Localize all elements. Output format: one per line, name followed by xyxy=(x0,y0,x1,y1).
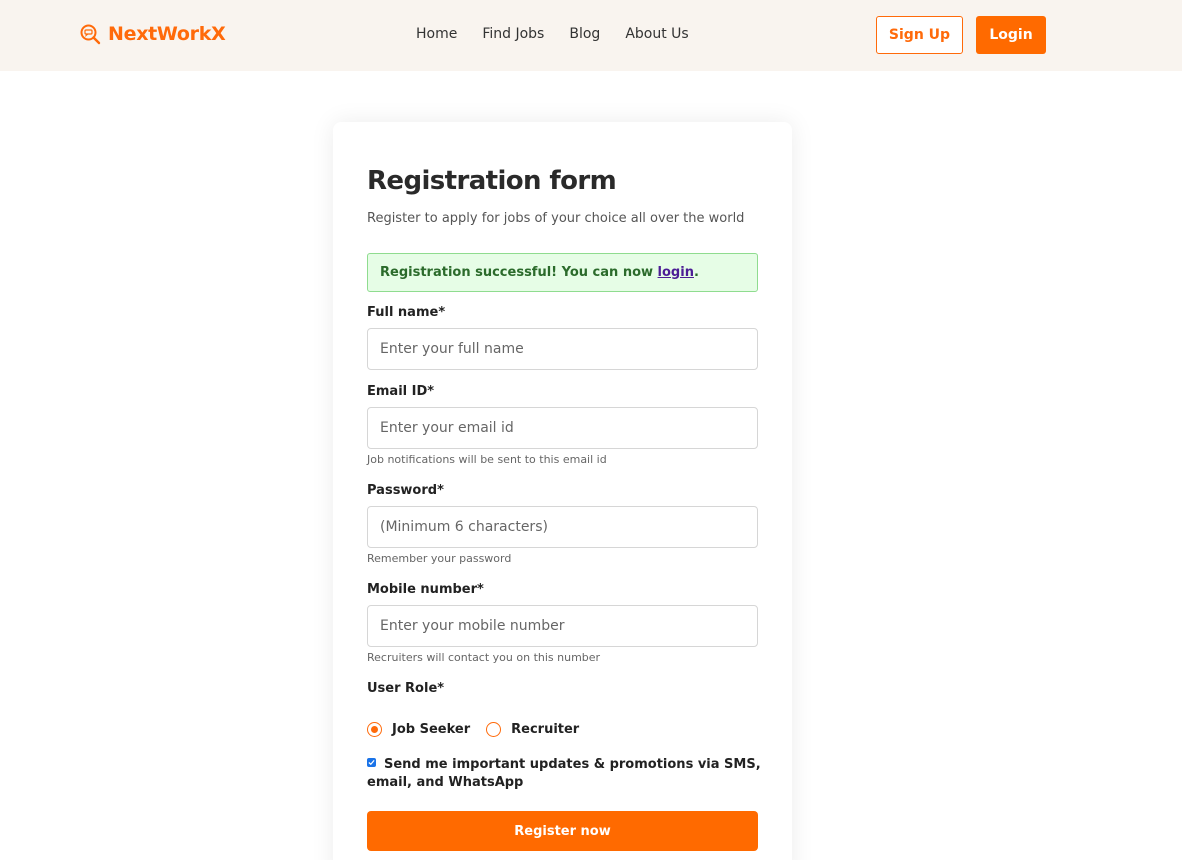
radio-job-seeker[interactable] xyxy=(367,722,382,737)
full-name-input[interactable] xyxy=(367,328,758,370)
full-name-label: Full name* xyxy=(367,305,446,320)
brand-name: NextWorkX xyxy=(108,23,226,45)
user-role-radio-group: Job Seeker Recruiter xyxy=(367,722,595,737)
radio-recruiter[interactable] xyxy=(486,722,502,737)
radio-recruiter-label[interactable]: Recruiter xyxy=(511,722,579,737)
email-input[interactable] xyxy=(367,407,758,449)
search-chat-icon xyxy=(79,23,101,45)
updates-checkbox-row: Send me important updates & promotions v… xyxy=(367,756,762,792)
updates-checkbox-label[interactable]: Send me important updates & promotions v… xyxy=(367,757,761,790)
radio-job-seeker-label[interactable]: Job Seeker xyxy=(392,722,470,737)
nav-link-blog[interactable]: Blog xyxy=(569,26,600,42)
success-alert-text: Registration successful! You can now xyxy=(380,265,658,280)
password-label: Password* xyxy=(367,483,444,498)
top-navbar: NextWorkX Home Find Jobs Blog About Us S… xyxy=(0,0,1182,71)
alert-login-link[interactable]: login xyxy=(658,265,694,280)
nav-link-about-us[interactable]: About Us xyxy=(625,26,688,42)
mobile-hint: Recruiters will contact you on this numb… xyxy=(367,651,601,664)
success-alert: Registration successful! You can now log… xyxy=(367,253,758,292)
main-nav: Home Find Jobs Blog About Us xyxy=(416,26,714,42)
password-input[interactable] xyxy=(367,506,758,548)
success-alert-suffix: . xyxy=(693,265,699,280)
form-title: Registration form xyxy=(367,166,617,196)
updates-checkbox[interactable] xyxy=(367,758,376,767)
email-hint: Job notifications will be sent to this e… xyxy=(367,453,607,466)
form-subtitle: Register to apply for jobs of your choic… xyxy=(367,211,745,226)
signup-button[interactable]: Sign Up xyxy=(876,16,963,54)
nav-link-home[interactable]: Home xyxy=(416,26,457,42)
nav-link-find-jobs[interactable]: Find Jobs xyxy=(482,26,544,42)
password-hint: Remember your password xyxy=(367,552,512,565)
mobile-input[interactable] xyxy=(367,605,758,647)
brand-logo[interactable]: NextWorkX xyxy=(79,23,226,45)
user-role-label: User Role* xyxy=(367,681,445,696)
registration-card: Registration form Register to apply for … xyxy=(333,122,792,860)
mobile-label: Mobile number* xyxy=(367,582,484,597)
email-label: Email ID* xyxy=(367,384,435,399)
register-button[interactable]: Register now xyxy=(367,811,758,851)
radio-selected-dot xyxy=(371,726,378,733)
login-button[interactable]: Login xyxy=(976,16,1046,54)
